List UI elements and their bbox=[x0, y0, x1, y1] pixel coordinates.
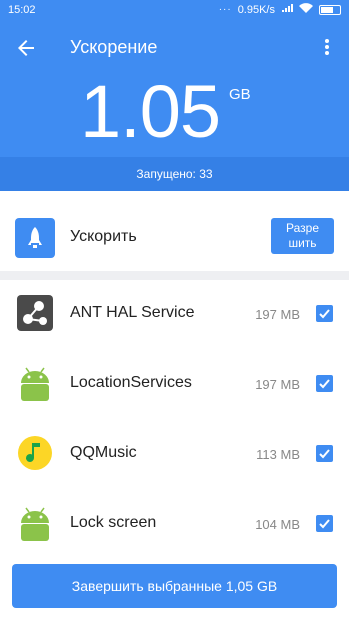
boost-row: Ускорить Разре шить bbox=[0, 191, 349, 271]
page-title: Ускорение bbox=[70, 37, 158, 57]
running-count-label: Запущено: 33 bbox=[136, 167, 213, 181]
app-item[interactable]: ANT HAL Service 197 MB bbox=[0, 280, 349, 350]
finish-selected-button[interactable]: Завершить выбранные 1,05 GB bbox=[12, 564, 337, 608]
memory-unit: GB bbox=[229, 86, 251, 103]
status-bar: 15:02 ··· 0.95K/s bbox=[0, 0, 349, 22]
wifi-icon bbox=[299, 3, 313, 16]
allow-button[interactable]: Разре шить bbox=[271, 218, 334, 254]
status-indicators: ··· 0.95K/s bbox=[219, 3, 341, 16]
app-name: ANT HAL Service bbox=[70, 304, 195, 321]
section-divider bbox=[0, 271, 349, 280]
app-size: 197 MB bbox=[255, 307, 300, 322]
status-dots: ··· bbox=[218, 4, 232, 15]
rocket-icon bbox=[15, 218, 55, 258]
ant-hal-service-icon bbox=[16, 294, 54, 332]
app-name: Lock screen bbox=[70, 514, 157, 531]
app-name: LocationServices bbox=[70, 374, 192, 391]
more-options-icon[interactable] bbox=[319, 37, 335, 57]
app-size: 113 MB bbox=[256, 447, 300, 462]
checkbox-checked[interactable] bbox=[316, 375, 333, 392]
checkbox-checked[interactable] bbox=[316, 515, 333, 532]
app-item[interactable]: Lock screen 104 MB bbox=[0, 490, 349, 560]
battery-icon bbox=[319, 4, 341, 15]
qqmusic-icon bbox=[16, 434, 54, 472]
checkbox-checked[interactable] bbox=[316, 305, 333, 322]
network-speed: 0.95K/s bbox=[237, 3, 275, 16]
checkbox-checked[interactable] bbox=[316, 445, 333, 462]
app-item[interactable]: LocationServices 197 MB bbox=[0, 350, 349, 420]
app-name: QQMusic bbox=[70, 444, 137, 461]
app-size: 197 MB bbox=[255, 377, 300, 392]
android-icon bbox=[16, 504, 54, 542]
status-time: 15:02 bbox=[8, 4, 36, 16]
running-count-bar: Запущено: 33 bbox=[0, 157, 349, 191]
memory-value: 1.05 bbox=[80, 70, 221, 153]
app-item[interactable]: QQMusic 113 MB bbox=[0, 420, 349, 490]
header: Ускорение 1.05 GB bbox=[0, 22, 349, 157]
back-arrow-icon[interactable] bbox=[14, 36, 38, 60]
signal-icon bbox=[281, 3, 293, 16]
boost-label: Ускорить bbox=[70, 228, 137, 245]
app-size: 104 MB bbox=[255, 517, 300, 532]
android-icon bbox=[16, 364, 54, 402]
